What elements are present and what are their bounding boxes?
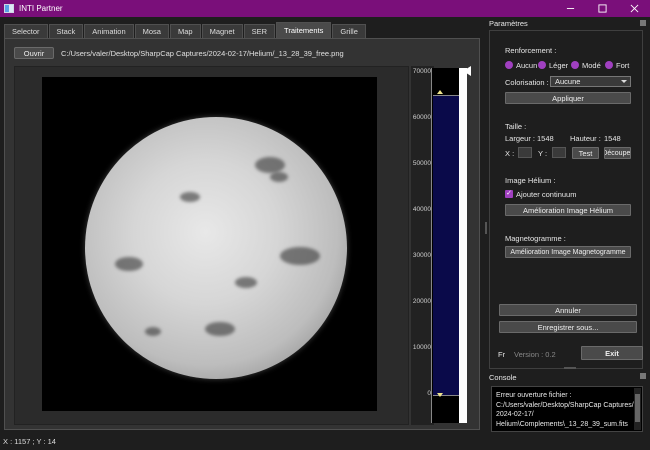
hist-tick: 30000 bbox=[412, 252, 431, 259]
tab-stack[interactable]: Stack bbox=[48, 24, 84, 38]
tab-animation[interactable]: Animation bbox=[84, 24, 134, 38]
radio-mode[interactable] bbox=[571, 61, 579, 69]
version-label: Version : 0.2 bbox=[514, 350, 556, 359]
dock-divider[interactable] bbox=[564, 367, 576, 369]
window-title: INTI Partner bbox=[19, 4, 63, 13]
cancel-button[interactable]: Annuler bbox=[499, 304, 637, 316]
crop-button[interactable]: Découper bbox=[604, 147, 631, 159]
language-label: Fr bbox=[498, 350, 506, 359]
params-title: Paramètres bbox=[489, 19, 528, 28]
histogram-bar bbox=[431, 68, 459, 423]
radio-leger[interactable] bbox=[538, 61, 546, 69]
console-scrollbar[interactable] bbox=[634, 388, 641, 430]
save-as-button[interactable]: Enregistrer sous... bbox=[499, 321, 637, 333]
tab-magnet[interactable]: Magnet bbox=[201, 24, 243, 38]
exit-button[interactable]: Exit bbox=[581, 346, 643, 360]
hist-tick: 40000 bbox=[412, 206, 431, 213]
radio-aucun[interactable] bbox=[505, 61, 513, 69]
low-level-handle[interactable] bbox=[437, 393, 443, 397]
chevron-down-icon bbox=[621, 80, 627, 83]
image-canvas[interactable] bbox=[42, 77, 377, 411]
app-icon bbox=[4, 4, 14, 13]
minimize-icon bbox=[566, 8, 574, 9]
title-bar: INTI Partner bbox=[0, 0, 650, 17]
open-button[interactable]: Ouvrir bbox=[14, 47, 54, 59]
dock-float-icon[interactable] bbox=[640, 20, 646, 26]
tab-map[interactable]: Map bbox=[169, 24, 201, 38]
radio-fort[interactable] bbox=[605, 61, 613, 69]
hist-tick: 50000 bbox=[412, 160, 431, 167]
histogram[interactable]: 70000 60000 50000 40000 30000 20000 1000… bbox=[411, 66, 473, 425]
y-input[interactable] bbox=[552, 147, 566, 158]
hist-tick: 10000 bbox=[412, 344, 431, 351]
radio-aucun-label: Aucun bbox=[516, 61, 538, 70]
test-button[interactable]: Test bbox=[572, 147, 599, 159]
tab-ser[interactable]: SER bbox=[243, 24, 276, 38]
tab-traitements[interactable]: Traitements bbox=[276, 22, 332, 38]
taille-label: Taille : bbox=[505, 122, 527, 131]
radio-fort-label: Fort bbox=[616, 61, 630, 70]
gamma-handle[interactable] bbox=[463, 66, 471, 76]
console-scroll-thumb[interactable] bbox=[635, 394, 640, 422]
renforcement-label: Renforcement : bbox=[505, 46, 557, 55]
main-splitter[interactable] bbox=[485, 222, 487, 234]
hist-tick: 20000 bbox=[412, 298, 431, 305]
hauteur-label: Hauteur : bbox=[570, 134, 601, 143]
largeur-value: 1548 bbox=[537, 134, 554, 143]
close-icon bbox=[630, 4, 638, 13]
minimize-button[interactable] bbox=[554, 0, 586, 17]
sun-image bbox=[85, 117, 347, 379]
histogram-range bbox=[433, 95, 459, 396]
console-output[interactable]: Erreur ouverture fichier : C:/Users/vale… bbox=[491, 386, 643, 432]
file-path: C:/Users/valer/Desktop/SharpCap Captures… bbox=[61, 49, 344, 58]
hist-tick: 70000 bbox=[412, 68, 431, 75]
tab-bar: Selector Stack Animation Mosa Map Magnet… bbox=[4, 22, 367, 38]
close-button[interactable] bbox=[618, 0, 650, 17]
console-title: Console bbox=[489, 373, 517, 382]
radio-mode-label: Modé bbox=[582, 61, 601, 70]
x-label: X : bbox=[505, 149, 515, 158]
continuum-checkbox[interactable]: ✓ bbox=[505, 190, 513, 198]
hist-tick: 0 bbox=[427, 390, 431, 397]
colorisation-label: Colorisation : bbox=[505, 78, 549, 87]
hist-tick: 60000 bbox=[412, 114, 431, 121]
tab-grille[interactable]: Grille bbox=[332, 24, 366, 38]
maximize-icon bbox=[597, 4, 607, 13]
maximize-button[interactable] bbox=[586, 0, 618, 17]
magneto-label: Magnetogramme : bbox=[505, 234, 566, 243]
y-label: Y : bbox=[538, 149, 548, 158]
console-text: Erreur ouverture fichier : C:/Users/vale… bbox=[496, 392, 634, 428]
apply-button[interactable]: Appliquer bbox=[505, 92, 631, 104]
magneto-enhance-button[interactable]: Amélioration Image Magnetogramme bbox=[505, 246, 631, 258]
tab-mosa[interactable]: Mosa bbox=[134, 24, 169, 38]
helium-label: Image Hélium : bbox=[505, 176, 556, 185]
image-view[interactable] bbox=[14, 66, 409, 425]
high-level-handle[interactable] bbox=[437, 90, 443, 94]
largeur-label: Largeur : bbox=[505, 134, 536, 143]
radio-leger-label: Léger bbox=[549, 61, 569, 70]
traitements-panel: Ouvrir C:/Users/valer/Desktop/SharpCap C… bbox=[4, 38, 480, 430]
status-coords: X : 1157 ; Y : 14 bbox=[3, 437, 56, 446]
colorisation-value: Aucune bbox=[555, 77, 581, 86]
console-float-icon[interactable] bbox=[640, 373, 646, 379]
tab-selector[interactable]: Selector bbox=[4, 24, 48, 38]
x-input[interactable] bbox=[518, 147, 532, 158]
colorisation-select[interactable]: Aucune bbox=[550, 76, 631, 87]
continuum-label: Ajouter continuum bbox=[516, 190, 577, 199]
hauteur-value: 1548 bbox=[604, 134, 621, 143]
helium-enhance-button[interactable]: Amélioration Image Hélium bbox=[505, 204, 631, 216]
gamma-bar bbox=[459, 68, 467, 423]
